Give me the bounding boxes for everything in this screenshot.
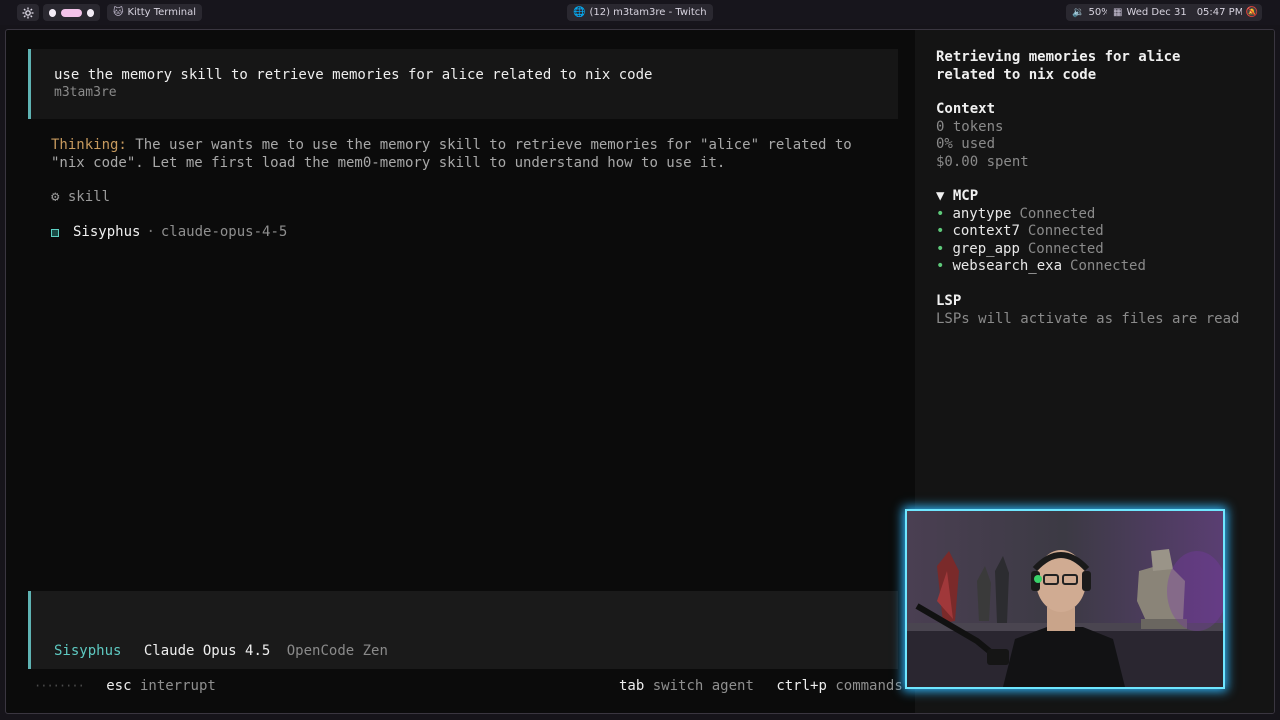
prompt-input[interactable]: Sisyphus Claude Opus 4.5 OpenCode Zen	[28, 591, 898, 669]
active-app-label: Kitty Terminal	[127, 7, 196, 18]
status-dot-icon: •	[936, 240, 945, 257]
session-title: Retrieving memories for alice related to…	[936, 49, 1180, 84]
token-count: 0 tokens	[936, 118, 1004, 135]
speaker-icon: 🔉	[1072, 7, 1085, 18]
lsp-note: LSPs will activate as files are read	[936, 310, 1240, 327]
mcp-server-status: Connected	[1027, 240, 1104, 257]
shortcut-desc-switch-agent: switch agent	[652, 678, 754, 694]
mcp-server-name: anytype	[952, 205, 1012, 222]
mcp-server-item: • context7 Connected	[936, 223, 1146, 241]
mcp-server-item: • anytype Connected	[936, 206, 1146, 224]
bell-off-icon: 🔕	[1245, 7, 1259, 18]
session-title-line: Retrieving memories for alice	[936, 49, 1181, 65]
mcp-server-name: grep_app	[952, 240, 1020, 257]
shortcut-desc-interrupt: interrupt	[139, 678, 216, 694]
context-used: 0% used	[936, 136, 996, 152]
webcam-overlay	[905, 509, 1225, 689]
progress-spinner: ········	[34, 679, 85, 693]
mcp-server-item: • grep_app Connected	[936, 241, 1146, 259]
cost-spent: $0.00 spent	[936, 153, 1029, 170]
footer-left: ········ esc interrupt	[34, 678, 216, 694]
input-provider-name: OpenCode Zen	[286, 643, 388, 659]
agent-status-line: Sisyphus · claude-opus-4-5	[51, 224, 287, 240]
gear-icon: ⚙	[51, 189, 60, 205]
tool-call-line: ⚙ skill	[51, 189, 110, 205]
window-title: (12) m3tam3re - Twitch	[589, 7, 707, 18]
session-title-line: related to nix code	[936, 66, 1097, 83]
user-message-author: m3tam3re	[54, 85, 117, 100]
date-text: Wed Dec 31	[1126, 7, 1187, 18]
user-message-text: use the memory skill to retrieve memorie…	[54, 67, 653, 83]
workspace-switcher[interactable]	[43, 4, 100, 21]
input-agent-name[interactable]: Sisyphus	[54, 643, 121, 659]
calendar-icon: ▦	[1113, 7, 1123, 18]
user-message-block: use the memory skill to retrieve memorie…	[28, 49, 898, 119]
shortcut-desc-commands: commands	[835, 678, 903, 694]
mcp-section: ▼ MCP • anytype Connected • context7 Connect…	[936, 188, 1146, 276]
agent-model: claude-opus-4-5	[160, 224, 288, 240]
input-status-line: Sisyphus Claude Opus 4.5 OpenCode Zen	[54, 643, 388, 659]
window-title-pill[interactable]: 🌐 (12) m3tam3re - Twitch	[567, 4, 713, 21]
active-app-pill[interactable]: 🐱 Kitty Terminal	[107, 4, 202, 21]
thinking-text: The user wants me to use the memory skil…	[51, 137, 852, 171]
shortcut-key-tab: tab	[619, 678, 645, 694]
thinking-label: Thinking:	[51, 137, 127, 153]
agent-name: Sisyphus	[73, 224, 141, 240]
lsp-heading: LSP	[936, 293, 962, 309]
shortcut-key-ctrl-p: ctrl+p	[776, 678, 827, 694]
settings-icon[interactable]	[17, 4, 39, 21]
status-dot-icon: •	[936, 205, 945, 222]
workspace-dot[interactable]	[49, 8, 57, 17]
mcp-server-name: context7	[952, 223, 1020, 239]
status-dot-icon: •	[936, 258, 945, 274]
mcp-server-name: websearch_exa	[952, 258, 1063, 274]
mcp-server-status: Connected	[1019, 205, 1096, 222]
tool-call-label: skill	[67, 189, 111, 205]
context-heading: Context	[936, 101, 996, 117]
webcam-image	[907, 511, 1223, 687]
time-text: 05:47 PM	[1196, 7, 1244, 18]
mcp-heading[interactable]: ▼ MCP	[936, 188, 1146, 206]
cat-icon: 🐱	[113, 7, 124, 18]
input-model-name[interactable]: Claude Opus 4.5	[144, 643, 270, 659]
clock-pill[interactable]: ▦ Wed Dec 31 05:47 PM	[1107, 4, 1250, 21]
thinking-block: Thinking: The user wants me to use the m…	[51, 136, 881, 172]
globe-icon: 🌐	[573, 7, 586, 18]
notifications-icon[interactable]: 🔕	[1242, 4, 1262, 21]
mcp-server-status: Connected	[1070, 258, 1146, 274]
shortcut-key-esc: esc	[106, 678, 132, 694]
agent-square-icon	[51, 229, 59, 237]
mcp-server-status: Connected	[1027, 223, 1104, 239]
workspace-dot[interactable]	[86, 8, 95, 17]
workspace-dot-active[interactable]	[61, 8, 82, 17]
lsp-section: LSP LSPs will activate as files are read	[936, 293, 1239, 328]
agent-separator: ·	[146, 224, 155, 240]
top-bar: 🐱 Kitty Terminal 🌐 (12) m3tam3re - Twitc…	[0, 0, 1280, 25]
mcp-server-item: • websearch_exa Connected	[936, 258, 1146, 276]
context-section: Context 0 tokens 0% used $0.00 spent	[936, 101, 1029, 171]
footer-right: tab switch agent ctrl+p commands	[619, 678, 903, 694]
status-dot-icon: •	[936, 223, 945, 239]
